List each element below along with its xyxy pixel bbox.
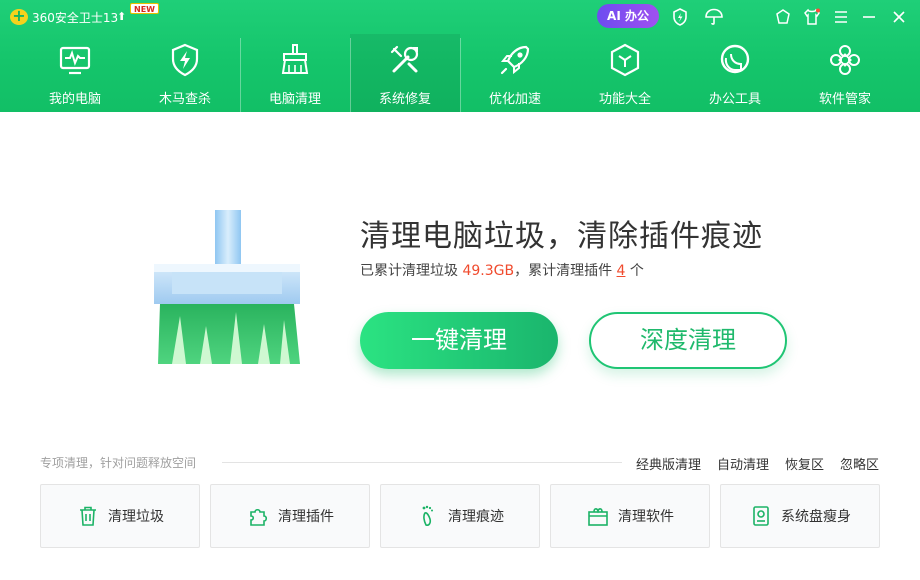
stats-prefix: 已累计清理垃圾 <box>360 263 458 279</box>
nav-optimize[interactable]: 优化加速 <box>460 34 570 112</box>
nav-office-tools[interactable]: 办公工具 <box>680 34 790 112</box>
menu-icon[interactable] <box>830 6 852 28</box>
nav-label: 系统修复 <box>378 92 431 107</box>
nav-label: 优化加速 <box>488 92 541 107</box>
special-tools-row: 清理垃圾 清理插件 清理痕迹 清理软件 系统盘瘦身 <box>40 484 880 548</box>
footprint-icon <box>416 504 440 528</box>
nav-trojan-scan[interactable]: 木马查杀 <box>130 34 240 112</box>
title-bar: 360安全卫士13 ⬆ NEW AI 办公 <box>0 0 920 34</box>
restore-area-link[interactable]: 恢复区 <box>785 454 824 473</box>
nav-label: 软件管家 <box>818 92 871 107</box>
header-bar: 360安全卫士13 ⬆ NEW AI 办公 我的电脑 <box>0 0 920 112</box>
rocket-icon <box>497 42 533 78</box>
tool-clean-plugins[interactable]: 清理插件 <box>210 484 370 548</box>
minimize-icon[interactable] <box>858 6 880 28</box>
deep-clean-button[interactable]: 深度清理 <box>589 312 787 369</box>
apps-icon <box>827 42 863 78</box>
tool-label: 清理插件 <box>278 509 334 525</box>
plugin-count-link[interactable]: 4 <box>617 263 626 279</box>
trash-icon <box>76 504 100 528</box>
tools-icon <box>387 42 423 78</box>
nav-system-repair[interactable]: 系统修复 <box>350 34 460 112</box>
nav-label: 电脑清理 <box>268 92 321 107</box>
ai-office-button[interactable]: AI 办公 <box>597 4 659 28</box>
shield-bolt-icon <box>167 42 203 78</box>
nav-software-manager[interactable]: 软件管家 <box>790 34 900 112</box>
upgrade-arrow-icon[interactable]: ⬆ <box>117 10 126 23</box>
section-divider <box>222 462 622 463</box>
one-click-clean-button[interactable]: 一键清理 <box>360 312 558 369</box>
tool-clean-traces[interactable]: 清理痕迹 <box>380 484 540 548</box>
stats-middle: ，累计清理插件 <box>514 263 613 279</box>
tool-label: 系统盘瘦身 <box>781 509 851 525</box>
ignore-area-link[interactable]: 忽略区 <box>840 454 879 473</box>
puzzle-icon <box>246 504 270 528</box>
new-badge: NEW <box>130 3 159 14</box>
tool-slim-system-disk[interactable]: 系统盘瘦身 <box>720 484 880 548</box>
nav-my-computer[interactable]: 我的电脑 <box>20 34 130 112</box>
special-clean-label: 专项清理，针对问题释放空间 <box>40 456 197 470</box>
classic-clean-link[interactable]: 经典版清理 <box>636 454 701 473</box>
main-nav: 我的电脑 木马查杀 电脑清理 系统修复 优化加速 功能大全 办公工具 软件管家 <box>20 34 900 112</box>
nav-label: 功能大全 <box>598 92 651 107</box>
office-icon <box>717 42 753 78</box>
close-icon[interactable] <box>888 6 910 28</box>
disk-icon <box>749 504 773 528</box>
software-box-icon <box>586 504 610 528</box>
broom-illustration <box>150 208 305 368</box>
tool-label: 清理垃圾 <box>108 509 164 525</box>
nav-pc-clean[interactable]: 电脑清理 <box>240 34 350 112</box>
clean-stats: 已累计清理垃圾 49.3GB，累计清理插件 4 个 <box>360 260 644 280</box>
tool-clean-software[interactable]: 清理软件 <box>550 484 710 548</box>
app-title: 360安全卫士13 <box>32 11 119 25</box>
nav-divider <box>350 38 351 112</box>
nav-label: 木马查杀 <box>158 92 211 107</box>
tool-label: 清理痕迹 <box>448 509 504 525</box>
nav-divider <box>460 38 461 112</box>
nav-all-features[interactable]: 功能大全 <box>570 34 680 112</box>
umbrella-icon[interactable] <box>703 6 725 28</box>
auto-clean-link[interactable]: 自动清理 <box>717 454 769 473</box>
protect-shield-icon[interactable] <box>669 6 691 28</box>
nav-label: 办公工具 <box>708 92 761 107</box>
broom-icon <box>277 42 313 78</box>
tool-label: 清理软件 <box>618 509 674 525</box>
junk-size-value: 49.3GB <box>462 263 515 279</box>
stats-suffix: 个 <box>629 263 644 279</box>
nav-label: 我的电脑 <box>48 92 101 107</box>
hero-title: 清理电脑垃圾，清除插件痕迹 <box>360 219 763 254</box>
shirt-icon[interactable] <box>801 6 823 28</box>
app-logo-icon <box>10 6 28 25</box>
tool-clean-junk[interactable]: 清理垃圾 <box>40 484 200 548</box>
monitor-icon <box>57 42 93 78</box>
nav-divider <box>240 38 241 112</box>
cube-icon <box>607 42 643 78</box>
skin-icon[interactable] <box>772 6 794 28</box>
